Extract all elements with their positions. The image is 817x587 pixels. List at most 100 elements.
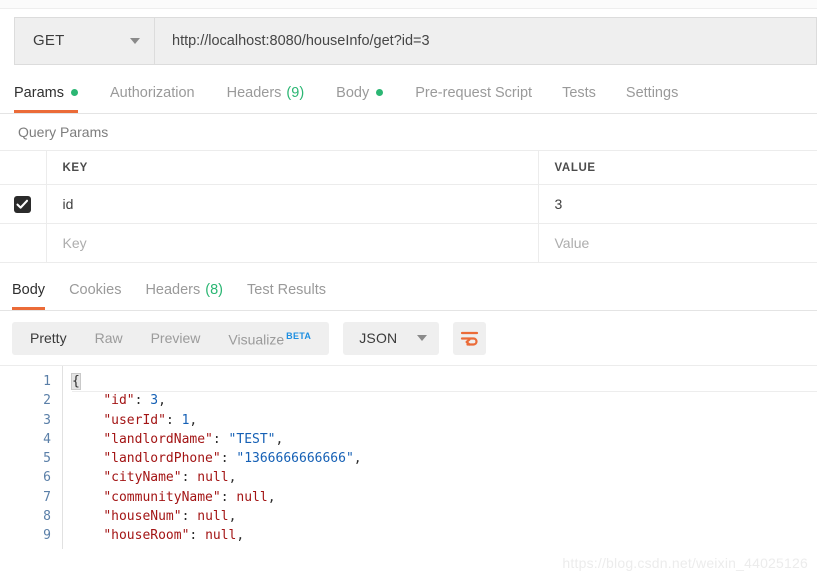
query-params-title: Query Params xyxy=(0,114,817,151)
format-tab-pretty[interactable]: Pretty xyxy=(16,322,81,355)
table-row: id 3 xyxy=(0,184,817,224)
wrap-text-button[interactable] xyxy=(453,321,487,355)
code-token: 3 xyxy=(150,393,159,409)
code-token: null xyxy=(205,528,237,544)
beta-badge: BETA xyxy=(286,330,312,341)
new-param-key-input[interactable]: Key xyxy=(46,223,539,263)
code-token: "cityName" xyxy=(103,470,182,486)
code-token: , xyxy=(228,509,237,525)
tab-tests[interactable]: Tests xyxy=(562,72,596,113)
param-value-input[interactable]: 3 xyxy=(538,184,817,224)
response-body-code[interactable]: { "id": 3, "userId": 1, "landlordName": … xyxy=(63,366,817,549)
watermark-text: https://blog.csdn.net/weixin_44025126 xyxy=(562,555,808,571)
response-format-toolbar: Pretty Raw Preview Visualize BETA JSON xyxy=(0,311,817,365)
code-token: , xyxy=(158,393,166,409)
header-cell-value: VALUE xyxy=(538,151,817,185)
wrap-text-icon xyxy=(461,331,479,346)
code-token: , xyxy=(353,451,362,467)
line-number: 4 xyxy=(43,431,51,447)
body-status-dot-icon xyxy=(376,89,384,96)
code-token: : xyxy=(181,470,198,486)
query-params-table: KEY VALUE id 3 Key Value xyxy=(0,151,817,263)
code-token: "landlordPhone" xyxy=(103,451,221,467)
response-tab-headers-count: (8) xyxy=(205,281,223,298)
format-segmented-control: Pretty Raw Preview Visualize BETA xyxy=(12,320,330,357)
code-token: "userId" xyxy=(103,412,166,428)
response-tab-body-label: Body xyxy=(12,281,46,298)
code-token: : xyxy=(165,412,182,428)
code-token: "TEST" xyxy=(228,431,276,447)
tab-headers-count: (9) xyxy=(286,84,305,101)
code-token: null xyxy=(197,509,229,525)
format-tab-visualize-label: Visualize xyxy=(228,331,285,348)
response-tab-test-results-label: Test Results xyxy=(247,281,326,298)
code-token: "1366666666666" xyxy=(236,451,354,467)
code-line: "landlordName": "TEST", xyxy=(72,430,817,449)
format-tab-raw[interactable]: Raw xyxy=(81,322,137,355)
code-token: "houseNum" xyxy=(103,509,182,525)
code-token: , xyxy=(236,528,245,544)
tab-params[interactable]: Params xyxy=(14,72,78,113)
response-language-label: JSON xyxy=(359,330,398,346)
url-input[interactable]: http://localhost:8080/houseInfo/get?id=3 xyxy=(155,17,816,64)
code-token: null xyxy=(236,489,268,505)
format-tab-preview[interactable]: Preview xyxy=(137,322,215,355)
request-url-row: GET http://localhost:8080/houseInfo/get?… xyxy=(0,9,817,72)
param-enabled-checkbox[interactable] xyxy=(14,195,32,213)
tab-tests-label: Tests xyxy=(562,84,596,101)
tab-authorization[interactable]: Authorization xyxy=(110,72,195,113)
http-method-select[interactable]: GET xyxy=(15,17,155,64)
code-line: "landlordPhone": "1366666666666", xyxy=(72,449,817,468)
code-line: "cityName": null, xyxy=(72,468,817,487)
response-language-select[interactable]: JSON xyxy=(343,321,440,355)
code-token: , xyxy=(267,489,276,505)
tab-body[interactable]: Body xyxy=(336,72,384,113)
code-token: , xyxy=(189,412,198,428)
response-tab-headers[interactable]: Headers (8) xyxy=(145,269,223,310)
tab-body-label: Body xyxy=(336,84,370,101)
response-tab-cookies[interactable]: Cookies xyxy=(69,269,121,310)
code-line: { xyxy=(71,372,817,391)
line-number: 2 xyxy=(43,393,51,409)
code-token: : xyxy=(189,528,206,544)
tab-settings-label: Settings xyxy=(625,84,679,101)
code-token: : xyxy=(220,451,237,467)
response-body-viewer[interactable]: 1 2 3 4 5 6 7 8 9 { "id": 3, "userId": 1, "landl… xyxy=(0,365,817,549)
tab-settings[interactable]: Settings xyxy=(626,72,678,113)
response-tab-headers-label: Headers xyxy=(145,281,201,298)
code-token: "communityName" xyxy=(103,489,221,505)
line-number: 8 xyxy=(43,509,51,525)
tab-authorization-label: Authorization xyxy=(109,84,195,101)
row-checkbox-cell xyxy=(0,184,47,224)
request-tabs: Params Authorization Headers (9) Body Pr… xyxy=(0,72,817,114)
format-tab-visualize[interactable]: Visualize BETA xyxy=(214,320,325,357)
code-token: "landlordName" xyxy=(103,431,213,447)
code-token: : xyxy=(220,489,237,505)
tab-params-label: Params xyxy=(14,84,64,101)
response-tab-body[interactable]: Body xyxy=(12,269,46,310)
chevron-down-icon xyxy=(130,37,140,44)
header-cell-checkbox xyxy=(0,151,47,185)
params-status-dot-icon xyxy=(70,89,78,96)
line-number-gutter: 1 2 3 4 5 6 7 8 9 xyxy=(0,366,63,549)
new-param-value-input[interactable]: Value xyxy=(538,223,817,263)
line-number: 6 xyxy=(43,470,51,486)
code-token: null xyxy=(197,470,229,486)
tab-headers[interactable]: Headers (9) xyxy=(227,72,305,113)
code-line: "id": 3, xyxy=(72,391,817,410)
tab-headers-label: Headers xyxy=(226,84,282,101)
code-token: : xyxy=(181,509,198,525)
code-token: : xyxy=(212,431,229,447)
response-tab-test-results[interactable]: Test Results xyxy=(247,269,326,310)
code-line: "communityName": null, xyxy=(72,488,817,507)
param-key-input[interactable]: id xyxy=(46,184,539,224)
response-tabs: Body Cookies Headers (8) Test Results xyxy=(0,269,817,311)
code-line: "houseRoom": null, xyxy=(72,526,817,545)
line-number: 1 xyxy=(43,374,51,389)
tab-pre-request-script[interactable]: Pre-request Script xyxy=(415,72,532,113)
